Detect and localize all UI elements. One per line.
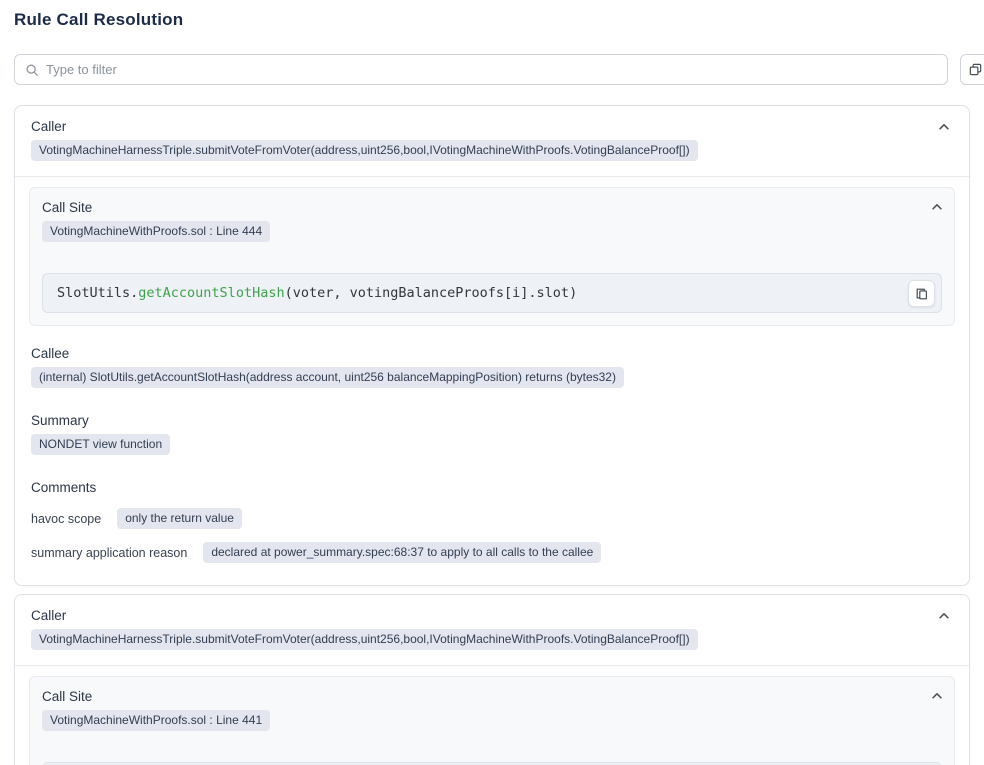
caller-header[interactable]: Caller VotingMachineHarnessTriple.submit… [15, 595, 969, 666]
chevron-up-icon[interactable] [937, 609, 951, 623]
copy-code-button[interactable] [908, 280, 935, 307]
caller-signature-badge: VotingMachineHarnessTriple.submitVoteFro… [31, 140, 698, 161]
callee-section: Callee (internal) SlotUtils.getAccountSl… [31, 346, 953, 393]
filter-toolbar [14, 54, 970, 85]
rule-call-resolution-page: Rule Call Resolution Caller VotingMachin… [0, 0, 984, 765]
call-site-badge: VotingMachineWithProofs.sol : Line 444 [42, 221, 270, 242]
summary-badge: NONDET view function [31, 434, 170, 455]
caller-label: Caller [31, 608, 953, 623]
comment-key: havoc scope [31, 512, 101, 526]
filter-box[interactable] [14, 54, 948, 85]
code-line: SlotUtils.getAccountSlotHash(voter, voti… [57, 282, 927, 304]
comment-value-badge: only the return value [117, 508, 242, 529]
call-site-label: Call Site [42, 689, 942, 704]
page-title: Rule Call Resolution [14, 10, 970, 30]
chevron-up-icon[interactable] [937, 120, 951, 134]
filter-input[interactable] [46, 62, 937, 77]
caller-signature-badge: VotingMachineHarnessTriple.submitVoteFro… [31, 629, 698, 650]
caller-header[interactable]: Caller VotingMachineHarnessTriple.submit… [15, 106, 969, 177]
comment-row: havoc scope only the return value [31, 508, 953, 529]
card-body: Callee (internal) SlotUtils.getAccountSl… [15, 346, 969, 585]
call-site-panel: Call Site VotingMachineWithProofs.sol : … [29, 676, 955, 765]
comments-label: Comments [31, 480, 953, 495]
comments-section: Comments havoc scope only the return val… [31, 480, 953, 563]
collapse-all-button[interactable] [960, 54, 984, 85]
callee-label: Callee [31, 346, 953, 361]
comment-value-badge: declared at power_summary.spec:68:37 to … [203, 542, 601, 563]
chevron-up-icon[interactable] [930, 689, 944, 703]
call-site-badge: VotingMachineWithProofs.sol : Line 441 [42, 710, 270, 731]
comment-row: summary application reason declared at p… [31, 542, 953, 563]
call-resolution-card: Caller VotingMachineHarnessTriple.submit… [14, 594, 970, 765]
code-text: (voter, votingBalanceProofs[i].slot) [285, 285, 578, 301]
call-site-label: Call Site [42, 200, 942, 215]
code-snippet: SlotUtils.getAccountSlotHash(voter, voti… [42, 273, 942, 313]
summary-section: Summary NONDET view function [31, 413, 953, 460]
copy-icon [915, 287, 929, 301]
comment-key: summary application reason [31, 546, 187, 560]
callee-signature-badge: (internal) SlotUtils.getAccountSlotHash(… [31, 367, 624, 388]
search-icon [25, 63, 39, 77]
code-text: SlotUtils. [57, 285, 138, 301]
chevron-up-icon[interactable] [930, 200, 944, 214]
summary-label: Summary [31, 413, 953, 428]
call-site-panel: Call Site VotingMachineWithProofs.sol : … [29, 187, 955, 326]
call-resolution-card: Caller VotingMachineHarnessTriple.submit… [14, 105, 970, 586]
copy-stack-icon [968, 62, 983, 77]
code-function-name: getAccountSlotHash [138, 285, 284, 301]
caller-label: Caller [31, 119, 953, 134]
